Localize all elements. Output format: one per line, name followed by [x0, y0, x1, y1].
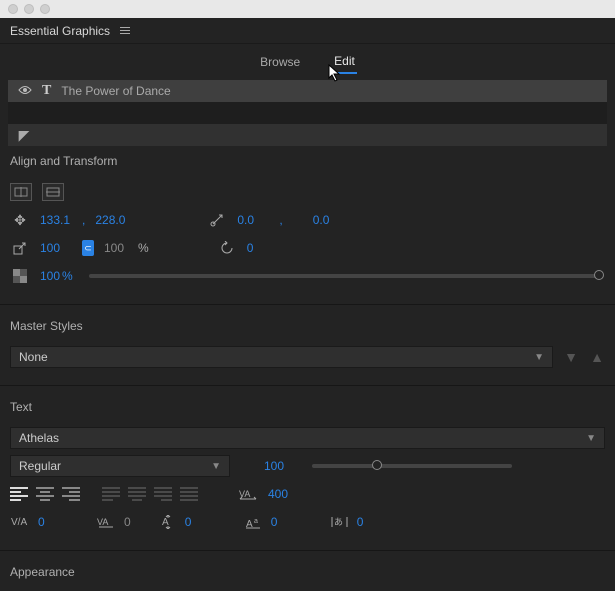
zoom-window-button[interactable] [40, 4, 50, 14]
section-master-styles: Master Styles None ▼ ▼ ▲ [0, 311, 615, 379]
tsume-input[interactable]: 0 [357, 515, 389, 529]
kerning-icon: V/A [10, 515, 32, 529]
font-family-value: Athelas [19, 431, 59, 445]
va-metrics-icon: VA [96, 515, 118, 529]
panel-header: Essential Graphics [0, 18, 615, 44]
panel-menu-icon[interactable] [120, 27, 130, 34]
font-size-slider[interactable] [312, 464, 512, 468]
rotation-icon [217, 241, 237, 255]
window-titlebar [0, 0, 615, 18]
pin-icon[interactable]: ◥ [14, 127, 34, 144]
panel-title: Essential Graphics [10, 24, 110, 38]
chevron-down-icon: ▼ [211, 461, 221, 472]
section-align-transform: Align and Transform ✥ 133.1 , 228.0 0.0 … [0, 146, 615, 298]
baseline-shift-icon: Aa [243, 515, 265, 529]
scale-unit: % [138, 241, 149, 255]
font-size-input[interactable]: 100 [264, 459, 296, 473]
position-x-input[interactable]: 133.1 [40, 213, 72, 227]
font-style-value: Regular [19, 459, 61, 473]
tab-edit[interactable]: Edit [332, 50, 357, 74]
font-family-select[interactable]: Athelas ▼ [10, 427, 605, 449]
tracking-icon: VA [238, 488, 258, 500]
position-icon: ✥ [10, 212, 30, 229]
anchor-point-icon [207, 212, 227, 228]
justify-all-button[interactable] [180, 487, 198, 501]
align-right-button[interactable] [62, 487, 80, 501]
anchor-y-input[interactable]: 0.0 [313, 213, 345, 227]
va-input[interactable]: 0 [124, 515, 131, 529]
tsume-icon: あ [329, 515, 351, 529]
rotation-input[interactable]: 0 [247, 241, 279, 255]
font-style-select[interactable]: Regular ▼ [10, 455, 230, 477]
scale-width-input[interactable]: 100 [40, 241, 72, 255]
minimize-window-button[interactable] [24, 4, 34, 14]
pin-toolstrip: ◥ [8, 124, 607, 146]
text-layer-icon: T [42, 83, 51, 99]
justify-last-right-button[interactable] [154, 487, 172, 501]
opacity-slider[interactable] [89, 274, 599, 278]
svg-text:VA: VA [239, 489, 250, 499]
baseline-input[interactable]: 0 [271, 515, 303, 529]
leading-icon: A [157, 515, 179, 529]
justify-last-left-button[interactable] [102, 487, 120, 501]
close-window-button[interactable] [8, 4, 18, 14]
kerning-input[interactable]: 0 [38, 515, 70, 529]
scale-icon [10, 241, 30, 255]
master-style-value: None [19, 350, 48, 364]
svg-text:あ: あ [334, 517, 343, 527]
push-to-style-button[interactable]: ▼ [563, 349, 579, 365]
svg-text:a: a [254, 518, 258, 525]
master-style-select[interactable]: None ▼ [10, 346, 553, 368]
text-align-group [10, 487, 198, 501]
leading-input[interactable]: 0 [185, 515, 217, 529]
align-horizontal-button[interactable] [10, 183, 32, 201]
justify-last-center-button[interactable] [128, 487, 146, 501]
tracking-input[interactable]: 400 [268, 487, 300, 501]
svg-text:VA: VA [97, 517, 108, 527]
section-appearance: Appearance [0, 557, 615, 591]
svg-text:V/A: V/A [11, 517, 27, 528]
section-label-align: Align and Transform [10, 154, 605, 168]
section-label-master: Master Styles [10, 319, 605, 333]
visibility-toggle-icon[interactable] [18, 84, 32, 98]
pull-from-style-button[interactable]: ▲ [589, 349, 605, 365]
opacity-icon [10, 269, 30, 283]
tab-browse[interactable]: Browse [258, 51, 302, 73]
align-vertical-button[interactable] [42, 183, 64, 201]
position-y-input[interactable]: 228.0 [95, 213, 127, 227]
layer-name[interactable]: The Power of Dance [61, 84, 170, 98]
scale-height-input[interactable]: 100 [104, 241, 124, 255]
chevron-down-icon: ▼ [534, 352, 544, 363]
section-label-appearance: Appearance [10, 565, 605, 579]
opacity-input[interactable]: 100% [40, 269, 73, 283]
anchor-x-input[interactable]: 0.0 [237, 213, 269, 227]
section-label-text: Text [10, 400, 605, 414]
layer-row[interactable]: T The Power of Dance [8, 80, 607, 102]
align-left-button[interactable] [10, 487, 28, 501]
tab-bar: Browse Edit [0, 44, 615, 80]
section-text: Text Athelas ▼ Regular ▼ 100 V [0, 392, 615, 544]
layer-list-empty [8, 102, 607, 124]
chevron-down-icon: ▼ [586, 433, 596, 444]
align-center-button[interactable] [36, 487, 54, 501]
constrain-proportions-toggle[interactable]: ⊂ [82, 240, 94, 256]
